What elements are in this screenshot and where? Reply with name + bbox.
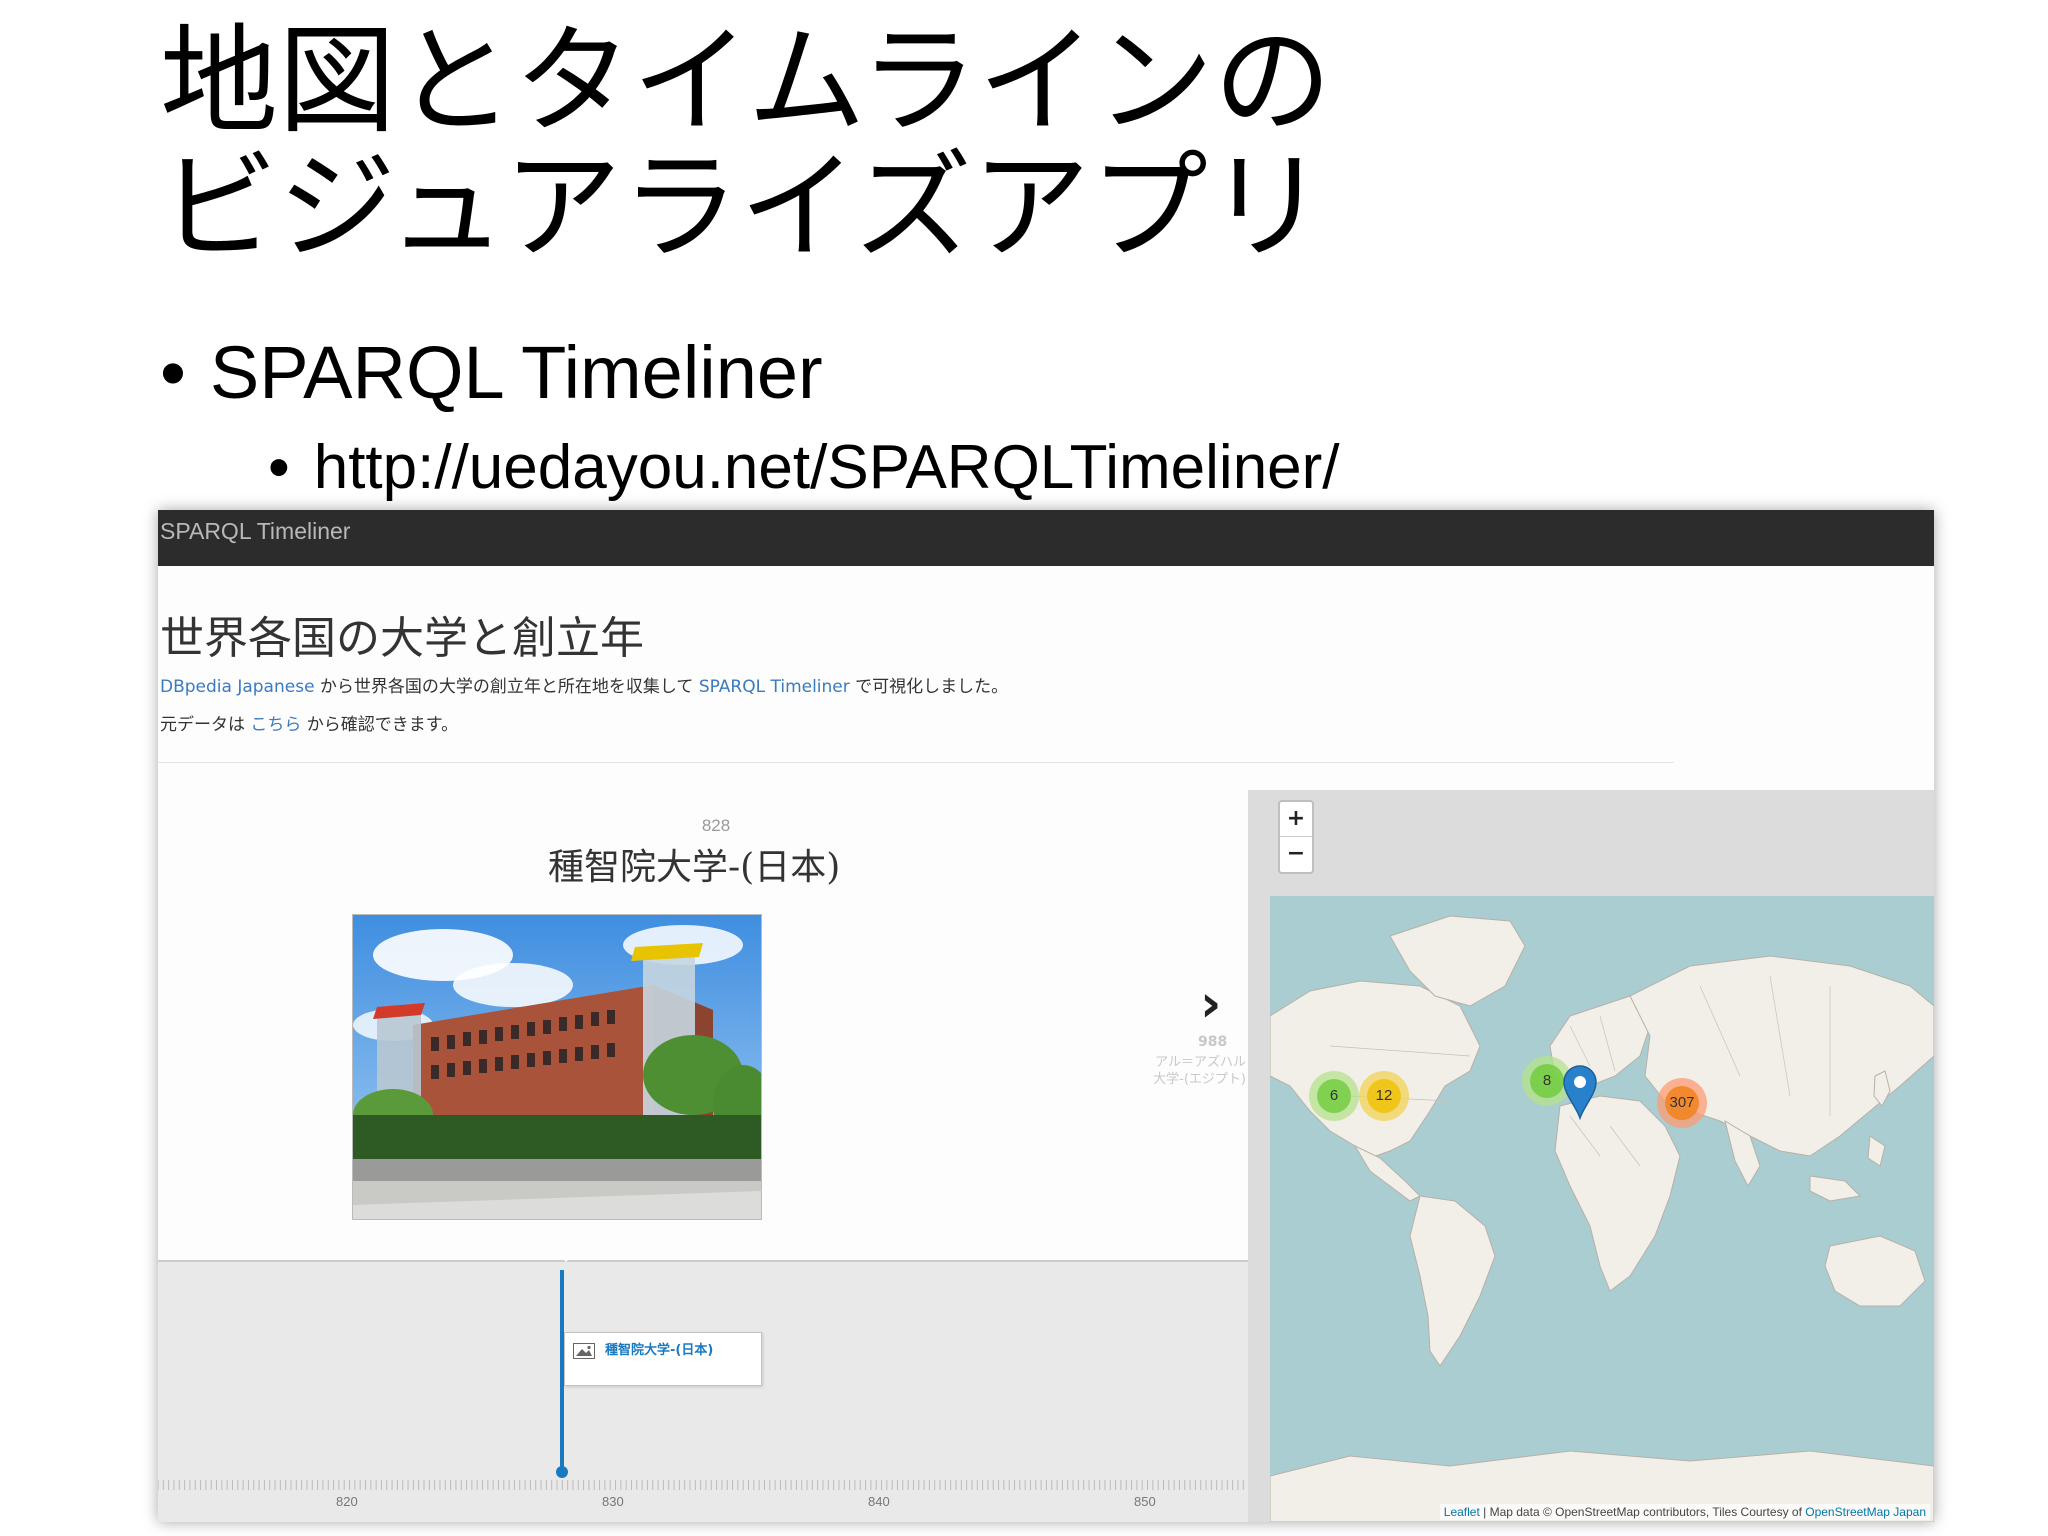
slide-title-university: 種智院大学-(日本) bbox=[548, 847, 841, 888]
bullet-text: SPARQL Timeliner bbox=[209, 331, 823, 414]
marker-cluster[interactable]: 12 bbox=[1359, 1071, 1409, 1121]
next-slide-title-line1: アル＝アズハル bbox=[1155, 1055, 1246, 1070]
tick-label: 820 bbox=[336, 1494, 358, 1509]
timeline-panel: 828 種智院大学-(日本) › 988 アル＝アズハル 大学-(エジプト) 種… bbox=[158, 768, 1248, 1522]
timeline-flag-label: 種智院大学-(日本) bbox=[605, 1343, 714, 1358]
next-slide-button[interactable]: › bbox=[1200, 974, 1221, 1034]
description-line-2: 元データは こちら から確認できます。 bbox=[160, 710, 458, 735]
source-data-link[interactable]: こちら bbox=[250, 715, 301, 735]
tick-label: 840 bbox=[868, 1494, 890, 1509]
next-slide-title-line2: 大学-(エジプト) bbox=[1153, 1072, 1246, 1087]
timeline-notch bbox=[556, 1252, 576, 1262]
app-screenshot: SPARQL Timeliner 世界各国の大学と創立年 DBpedia Jap… bbox=[158, 510, 1934, 1522]
description-text: 元データは bbox=[160, 715, 251, 735]
sparql-timeliner-link[interactable]: SPARQL Timeliner bbox=[699, 677, 850, 697]
description-line-1: DBpedia Japanese から世界各国の大学の創立年と所在地を収集して … bbox=[160, 672, 1008, 697]
bullet-item-url: • http://uedayou.net/SPARQLTimeliner/ bbox=[268, 432, 1340, 503]
marker-cluster-count: 6 bbox=[1317, 1079, 1351, 1113]
tick-label: 850 bbox=[1134, 1494, 1156, 1509]
navbar: SPARQL Timeliner bbox=[158, 510, 1934, 566]
world-map[interactable]: 6 12 8 307 bbox=[1269, 896, 1934, 1522]
map-attribution: Leaflet | Map data © OpenStreetMap contr… bbox=[1439, 1504, 1930, 1520]
tick-label: 830 bbox=[602, 1494, 624, 1509]
timeline-ticks bbox=[158, 1480, 1244, 1490]
page-title: 世界各国の大学と創立年 bbox=[160, 613, 644, 664]
image-icon bbox=[573, 1343, 595, 1359]
slide-title-line1: 地図とタイムラインの bbox=[160, 12, 1332, 150]
zoom-in-button[interactable]: + bbox=[1280, 802, 1312, 837]
university-photo bbox=[352, 914, 762, 1220]
description-text: で可視化しました。 bbox=[849, 677, 1009, 697]
description-text: から確認できます。 bbox=[301, 715, 459, 735]
slide-title-line2: ビジュアライズアプリ bbox=[160, 138, 1326, 276]
slide-title: 地図とタイムラインの ビジュアライズアプリ bbox=[160, 18, 1560, 270]
marker-cluster-count: 8 bbox=[1530, 1064, 1564, 1098]
marker-cluster-count: 307 bbox=[1665, 1086, 1699, 1120]
leaflet-link[interactable]: Leaflet bbox=[1444, 1505, 1480, 1519]
timeline-navigator[interactable]: 種智院大学-(日本) 820 830 840 850 bbox=[158, 1252, 1248, 1522]
dbpedia-link[interactable]: DBpedia Japanese bbox=[160, 677, 315, 697]
attribution-text: | Map data © OpenStreetMap contributors,… bbox=[1479, 1505, 1806, 1519]
slide-year: 828 bbox=[701, 816, 731, 835]
osm-japan-link[interactable]: OpenStreetMap Japan bbox=[1805, 1505, 1926, 1519]
app-url-text[interactable]: http://uedayou.net/SPARQLTimeliner/ bbox=[314, 433, 1340, 502]
bullet-item-app-name: • SPARQL Timeliner bbox=[160, 330, 823, 415]
next-slide-year[interactable]: 988 bbox=[1198, 1034, 1227, 1050]
marker-cluster[interactable]: 6 bbox=[1309, 1071, 1359, 1121]
next-slide-title[interactable]: アル＝アズハル 大学-(エジプト) bbox=[1126, 1054, 1246, 1088]
zoom-out-button[interactable]: − bbox=[1280, 837, 1312, 871]
bullet-dot: • bbox=[160, 331, 186, 414]
navbar-brand[interactable]: SPARQL Timeliner bbox=[160, 518, 350, 545]
map-panel[interactable]: 6 12 8 307 + − Leaflet | Map data © Open… bbox=[1248, 790, 1934, 1522]
description-text: から世界各国の大学の創立年と所在地を収集して bbox=[314, 677, 699, 697]
marker-cluster[interactable]: 307 bbox=[1657, 1078, 1707, 1128]
divider bbox=[158, 762, 1674, 763]
bullet-dot: • bbox=[268, 433, 290, 502]
zoom-control: + − bbox=[1278, 800, 1314, 874]
map-marker-icon[interactable] bbox=[1562, 1064, 1598, 1120]
timeline-flag[interactable]: 種智院大学-(日本) bbox=[564, 1332, 762, 1386]
marker-cluster-count: 12 bbox=[1367, 1079, 1401, 1113]
